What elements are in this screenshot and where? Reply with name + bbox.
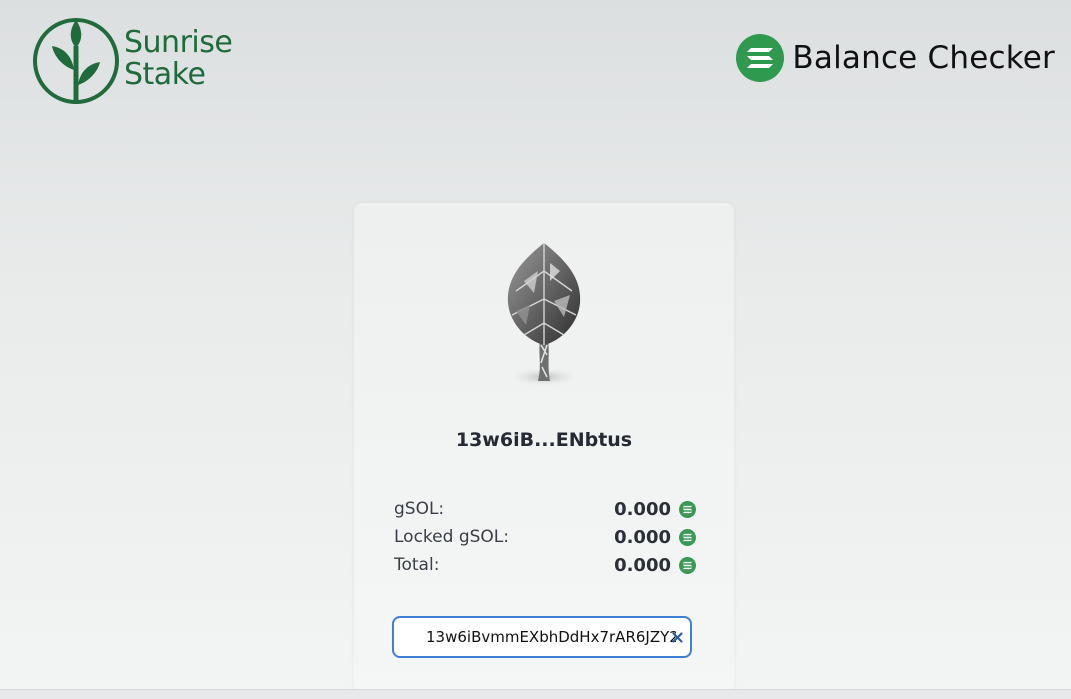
solana-token-icon — [679, 500, 696, 518]
wallet-address-short: 13w6iB...ENbtus — [455, 429, 633, 451]
brand-wordmark: Sunrise Stake — [124, 25, 233, 92]
balance-row-total: Total: 0.000 — [394, 551, 696, 579]
brand-name-line-2: Stake — [124, 57, 206, 92]
balance-value: 0.000 — [614, 498, 671, 520]
window-bottom-edge — [0, 689, 1071, 699]
balance-card: 13w6iB...ENbtus gSOL: 0.000 Locked gSOL:… — [354, 203, 734, 699]
app-header: Balance Checker — [736, 34, 1055, 82]
wallet-address-input[interactable] — [426, 628, 676, 646]
balance-value: 0.000 — [614, 526, 671, 548]
solana-icon — [736, 34, 785, 82]
clear-input-button[interactable] — [669, 629, 685, 645]
brand-logo-link[interactable]: Sunrise Stake — [30, 10, 233, 106]
balance-label: gSOL: — [394, 499, 445, 519]
close-icon — [671, 631, 683, 643]
balance-label: Total: — [394, 555, 440, 575]
address-input-container — [392, 616, 692, 658]
balance-row-locked-gsol: Locked gSOL: 0.000 — [394, 523, 696, 551]
tree-art — [507, 243, 581, 387]
brand-name-line-1: Sunrise — [124, 25, 233, 60]
balance-value: 0.000 — [614, 554, 671, 576]
balance-list: gSOL: 0.000 Locked gSOL: 0.000 Total: 0.… — [394, 495, 696, 579]
solana-token-icon — [679, 556, 696, 574]
app-title: Balance Checker — [792, 40, 1055, 76]
sunrise-logo-icon — [33, 18, 119, 104]
balance-row-gsol: gSOL: 0.000 — [394, 495, 696, 523]
balance-label: Locked gSOL: — [394, 527, 509, 547]
solana-token-icon — [679, 528, 696, 546]
